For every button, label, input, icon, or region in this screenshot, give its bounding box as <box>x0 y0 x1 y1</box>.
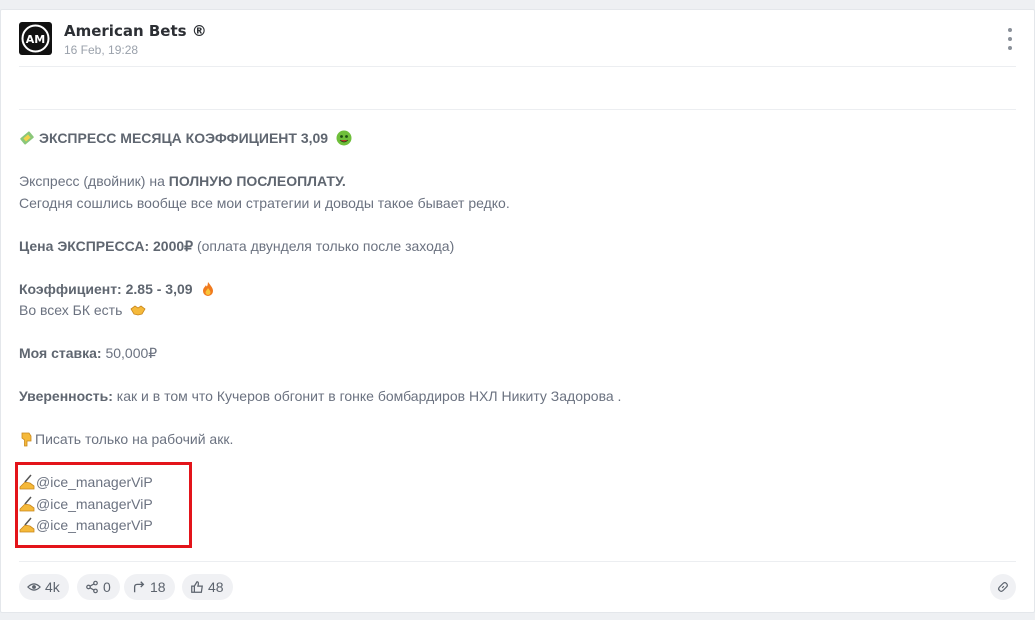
confidence-line: Уверенность: как и в том что Кучеров обг… <box>19 386 1009 408</box>
eye-icon <box>27 583 41 591</box>
thumbs-up-icon <box>191 581 203 593</box>
footer-divider <box>19 561 1016 562</box>
price-note: (оплата двунделя только после захода) <box>193 237 455 254</box>
coef-label: Коэффициент: 2.85 - 3,09 <box>19 280 193 297</box>
post-date: 16 Feb, 19:28 <box>64 43 139 57</box>
stake-label: Моя ставка: <box>19 345 102 361</box>
post-header: AM American Bets ® 16 Feb, 19:28 <box>19 22 1016 66</box>
header-divider <box>19 66 1016 67</box>
shares-stat[interactable]: 0 <box>77 574 120 600</box>
point-down-emoji-icon <box>21 432 32 447</box>
intro-text: Экспресс (двойник) на <box>19 173 169 189</box>
stake-value: 50,000₽ <box>101 345 158 361</box>
shares-count: 0 <box>103 579 111 595</box>
intro-line: Экспресс (двойник) на ПОЛНУЮ ПОСЛЕОПЛАТУ… <box>19 171 1009 193</box>
price-line: Цена ЭКСПРЕССА: 2000₽ (оплата двунделя т… <box>19 236 1009 258</box>
views-stat[interactable]: 4k <box>19 574 69 600</box>
handshake-emoji-icon <box>130 305 146 316</box>
write-line: Писать только на рабочий акк. <box>19 429 1009 451</box>
channel-avatar[interactable]: AM <box>19 22 52 55</box>
svg-text:AM: AM <box>26 33 45 46</box>
post-title-line: ЭКСПРЕСС МЕСЯЦА КОЭФФИЦИЕНТ 3,09 <box>19 128 1009 150</box>
post-footer: 4k 0 18 48 <box>19 571 1016 603</box>
forwards-count: 18 <box>150 579 166 595</box>
fire-emoji-icon <box>203 281 214 296</box>
am-logo-icon: AM <box>21 24 50 53</box>
likes-stat[interactable]: 48 <box>182 574 233 600</box>
stake-line: Моя ставка: 50,000₽ <box>19 343 1009 365</box>
confidence-text: как и в том что Кучеров обгонит в гонке … <box>112 388 622 404</box>
intro-bold: ПОЛНУЮ ПОСЛЕОПЛАТУ. <box>168 173 346 189</box>
likes-count: 48 <box>208 579 224 595</box>
copy-link-button[interactable] <box>990 574 1016 600</box>
forwards-stat[interactable]: 18 <box>124 574 175 600</box>
price-label: Цена ЭКСПРЕССА: 2000₽ <box>19 237 194 254</box>
coef-line: Коэффициент: 2.85 - 3,09 <box>19 279 1009 301</box>
link-icon <box>998 582 1008 592</box>
contacts-highlight-box <box>15 462 192 548</box>
channel-name[interactable]: American Bets ® <box>64 22 207 40</box>
share-icon <box>86 580 98 594</box>
pencil-emoji-icon <box>20 131 34 145</box>
bk-line: Во всех БК есть <box>19 300 1009 322</box>
forward-arrow-icon <box>133 581 145 593</box>
post-title: ЭКСПРЕСС МЕСЯЦА КОЭФФИЦИЕНТ 3,09 <box>39 130 329 146</box>
bk-text: Во всех БК есть <box>19 302 123 318</box>
post-card: AM American Bets ® 16 Feb, 19:28 ЭКСПРЕС… <box>0 9 1035 613</box>
write-text: Писать только на рабочий акк. <box>35 431 234 447</box>
confidence-label: Уверенность: <box>19 388 113 404</box>
views-count: 4k <box>45 579 60 595</box>
money-face-emoji-icon <box>336 130 352 146</box>
intro-line-2: Сегодня сошлись вообще все мои стратегии… <box>19 194 510 211</box>
media-divider <box>19 109 1016 110</box>
more-options-icon[interactable] <box>1002 28 1018 50</box>
